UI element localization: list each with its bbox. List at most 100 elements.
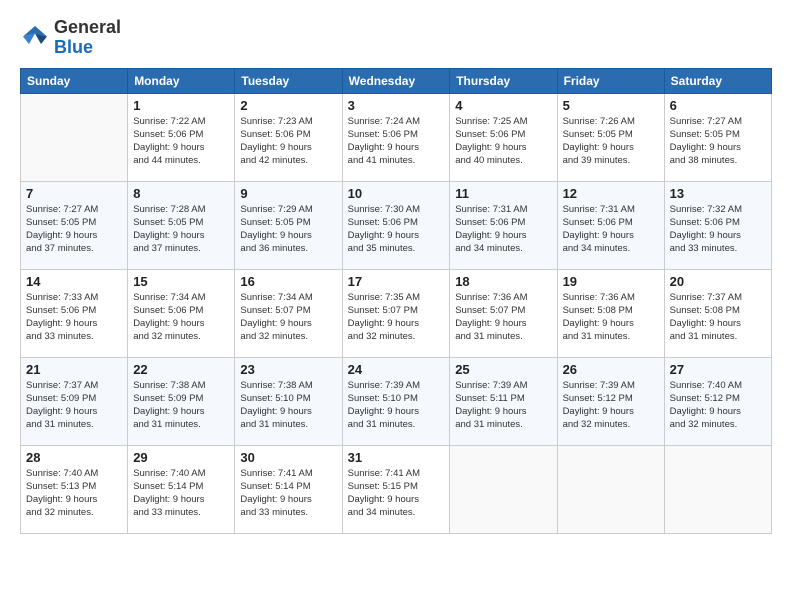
logo: General Blue xyxy=(20,18,121,58)
weekday-header-saturday: Saturday xyxy=(664,68,771,93)
day-info: Sunrise: 7:23 AM Sunset: 5:06 PM Dayligh… xyxy=(240,115,336,168)
calendar-cell xyxy=(450,445,557,533)
day-info: Sunrise: 7:39 AM Sunset: 5:11 PM Dayligh… xyxy=(455,379,551,432)
calendar-cell xyxy=(21,93,128,181)
day-info: Sunrise: 7:27 AM Sunset: 5:05 PM Dayligh… xyxy=(26,203,122,256)
day-info: Sunrise: 7:33 AM Sunset: 5:06 PM Dayligh… xyxy=(26,291,122,344)
day-number: 16 xyxy=(240,274,336,289)
page: General Blue SundayMondayTuesdayWednesda… xyxy=(0,0,792,612)
calendar-cell: 7 Sunrise: 7:27 AM Sunset: 5:05 PM Daylig… xyxy=(21,181,128,269)
day-info: Sunrise: 7:26 AM Sunset: 5:05 PM Dayligh… xyxy=(563,115,659,168)
calendar-cell: 11Sunrise: 7:31 AM Sunset: 5:06 PM Dayli… xyxy=(450,181,557,269)
calendar-cell: 26Sunrise: 7:39 AM Sunset: 5:12 PM Dayli… xyxy=(557,357,664,445)
calendar-cell: 8 Sunrise: 7:28 AM Sunset: 5:05 PM Daylig… xyxy=(128,181,235,269)
day-info: Sunrise: 7:32 AM Sunset: 5:06 PM Dayligh… xyxy=(670,203,766,256)
day-number: 5 xyxy=(563,98,659,113)
day-number: 29 xyxy=(133,450,229,465)
day-number: 23 xyxy=(240,362,336,377)
day-number: 2 xyxy=(240,98,336,113)
day-number: 1 xyxy=(133,98,229,113)
day-number: 13 xyxy=(670,186,766,201)
calendar-cell: 13 Sunrise: 7:32 AM Sunset: 5:06 PM Dayli… xyxy=(664,181,771,269)
calendar: SundayMondayTuesdayWednesdayThursdayFrid… xyxy=(20,68,772,534)
week-row-2: 7 Sunrise: 7:27 AM Sunset: 5:05 PM Daylig… xyxy=(21,181,772,269)
day-number: 19 xyxy=(563,274,659,289)
day-number: 8 xyxy=(133,186,229,201)
day-info: Sunrise: 7:40 AM Sunset: 5:12 PM Dayligh… xyxy=(670,379,766,432)
day-number: 4 xyxy=(455,98,551,113)
calendar-cell xyxy=(557,445,664,533)
day-info: Sunrise: 7:36 AM Sunset: 5:07 PM Dayligh… xyxy=(455,291,551,344)
week-row-4: 21 Sunrise: 7:37 AM Sunset: 5:09 PM Dayli… xyxy=(21,357,772,445)
day-number: 10 xyxy=(348,186,445,201)
calendar-cell: 21 Sunrise: 7:37 AM Sunset: 5:09 PM Dayli… xyxy=(21,357,128,445)
day-number: 6 xyxy=(670,98,766,113)
day-number: 17 xyxy=(348,274,445,289)
day-number: 30 xyxy=(240,450,336,465)
day-info: Sunrise: 7:38 AM Sunset: 5:09 PM Dayligh… xyxy=(133,379,229,432)
calendar-cell: 20 Sunrise: 7:37 AM Sunset: 5:08 PM Dayli… xyxy=(664,269,771,357)
calendar-cell: 4Sunrise: 7:25 AM Sunset: 5:06 PM Daylig… xyxy=(450,93,557,181)
weekday-header-monday: Monday xyxy=(128,68,235,93)
day-info: Sunrise: 7:37 AM Sunset: 5:08 PM Dayligh… xyxy=(670,291,766,344)
calendar-cell: 18 Sunrise: 7:36 AM Sunset: 5:07 PM Dayli… xyxy=(450,269,557,357)
calendar-cell: 24 Sunrise: 7:39 AM Sunset: 5:10 PM Dayli… xyxy=(342,357,450,445)
day-info: Sunrise: 7:34 AM Sunset: 5:06 PM Dayligh… xyxy=(133,291,229,344)
weekday-header-row: SundayMondayTuesdayWednesdayThursdayFrid… xyxy=(21,68,772,93)
header: General Blue xyxy=(20,18,772,58)
day-number: 22 xyxy=(133,362,229,377)
calendar-cell: 3 Sunrise: 7:24 AM Sunset: 5:06 PM Daylig… xyxy=(342,93,450,181)
day-number: 28 xyxy=(26,450,122,465)
calendar-cell: 29 Sunrise: 7:40 AM Sunset: 5:14 PM Dayli… xyxy=(128,445,235,533)
day-number: 18 xyxy=(455,274,551,289)
calendar-cell: 19 Sunrise: 7:36 AM Sunset: 5:08 PM Dayli… xyxy=(557,269,664,357)
weekday-header-wednesday: Wednesday xyxy=(342,68,450,93)
logo-blue: Blue xyxy=(54,38,121,58)
day-number: 3 xyxy=(348,98,445,113)
day-info: Sunrise: 7:34 AM Sunset: 5:07 PM Dayligh… xyxy=(240,291,336,344)
calendar-cell: 30Sunrise: 7:41 AM Sunset: 5:14 PM Dayli… xyxy=(235,445,342,533)
day-info: Sunrise: 7:29 AM Sunset: 5:05 PM Dayligh… xyxy=(240,203,336,256)
calendar-cell: 5 Sunrise: 7:26 AM Sunset: 5:05 PM Daylig… xyxy=(557,93,664,181)
calendar-cell: 25 Sunrise: 7:39 AM Sunset: 5:11 PM Dayli… xyxy=(450,357,557,445)
day-info: Sunrise: 7:40 AM Sunset: 5:13 PM Dayligh… xyxy=(26,467,122,520)
day-info: Sunrise: 7:38 AM Sunset: 5:10 PM Dayligh… xyxy=(240,379,336,432)
day-info: Sunrise: 7:31 AM Sunset: 5:06 PM Dayligh… xyxy=(455,203,551,256)
day-number: 31 xyxy=(348,450,445,465)
day-number: 26 xyxy=(563,362,659,377)
day-info: Sunrise: 7:28 AM Sunset: 5:05 PM Dayligh… xyxy=(133,203,229,256)
day-info: Sunrise: 7:31 AM Sunset: 5:06 PM Dayligh… xyxy=(563,203,659,256)
logo-icon xyxy=(20,23,50,53)
weekday-header-thursday: Thursday xyxy=(450,68,557,93)
week-row-3: 14 Sunrise: 7:33 AM Sunset: 5:06 PM Dayli… xyxy=(21,269,772,357)
calendar-cell: 15Sunrise: 7:34 AM Sunset: 5:06 PM Dayli… xyxy=(128,269,235,357)
day-info: Sunrise: 7:37 AM Sunset: 5:09 PM Dayligh… xyxy=(26,379,122,432)
logo-text: General Blue xyxy=(54,18,121,58)
day-number: 21 xyxy=(26,362,122,377)
calendar-cell: 16 Sunrise: 7:34 AM Sunset: 5:07 PM Dayli… xyxy=(235,269,342,357)
day-number: 24 xyxy=(348,362,445,377)
day-info: Sunrise: 7:36 AM Sunset: 5:08 PM Dayligh… xyxy=(563,291,659,344)
weekday-header-friday: Friday xyxy=(557,68,664,93)
calendar-cell: 28 Sunrise: 7:40 AM Sunset: 5:13 PM Dayli… xyxy=(21,445,128,533)
calendar-cell: 14 Sunrise: 7:33 AM Sunset: 5:06 PM Dayli… xyxy=(21,269,128,357)
day-number: 7 xyxy=(26,186,122,201)
day-info: Sunrise: 7:22 AM Sunset: 5:06 PM Dayligh… xyxy=(133,115,229,168)
day-number: 27 xyxy=(670,362,766,377)
day-info: Sunrise: 7:24 AM Sunset: 5:06 PM Dayligh… xyxy=(348,115,445,168)
calendar-cell: 23 Sunrise: 7:38 AM Sunset: 5:10 PM Dayli… xyxy=(235,357,342,445)
calendar-cell: 6 Sunrise: 7:27 AM Sunset: 5:05 PM Daylig… xyxy=(664,93,771,181)
week-row-5: 28 Sunrise: 7:40 AM Sunset: 5:13 PM Dayli… xyxy=(21,445,772,533)
day-number: 25 xyxy=(455,362,551,377)
calendar-cell: 17Sunrise: 7:35 AM Sunset: 5:07 PM Dayli… xyxy=(342,269,450,357)
calendar-cell: 12Sunrise: 7:31 AM Sunset: 5:06 PM Dayli… xyxy=(557,181,664,269)
day-info: Sunrise: 7:40 AM Sunset: 5:14 PM Dayligh… xyxy=(133,467,229,520)
day-number: 14 xyxy=(26,274,122,289)
day-info: Sunrise: 7:27 AM Sunset: 5:05 PM Dayligh… xyxy=(670,115,766,168)
calendar-cell: 22 Sunrise: 7:38 AM Sunset: 5:09 PM Dayli… xyxy=(128,357,235,445)
calendar-cell: 10Sunrise: 7:30 AM Sunset: 5:06 PM Dayli… xyxy=(342,181,450,269)
day-info: Sunrise: 7:41 AM Sunset: 5:15 PM Dayligh… xyxy=(348,467,445,520)
day-info: Sunrise: 7:39 AM Sunset: 5:10 PM Dayligh… xyxy=(348,379,445,432)
day-number: 20 xyxy=(670,274,766,289)
weekday-header-sunday: Sunday xyxy=(21,68,128,93)
